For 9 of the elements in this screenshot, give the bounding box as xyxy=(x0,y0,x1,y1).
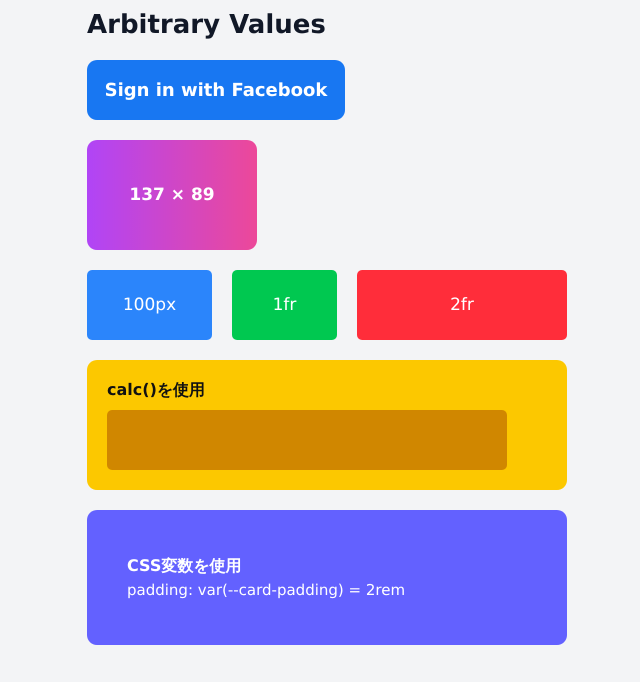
gradient-size-box: 137 × 89 xyxy=(87,140,257,250)
card-title: CSS変数を使用 xyxy=(127,556,242,577)
page-title: Arbitrary Values xyxy=(87,10,326,40)
grid-column: 1fr xyxy=(232,270,337,340)
card-text: padding: var(--card-padding) = 2rem xyxy=(127,581,406,599)
card-title: calc()を使用 xyxy=(107,380,206,400)
grid-column: 2fr xyxy=(357,270,567,340)
facebook-sign-in-button[interactable]: Sign in with Facebook xyxy=(87,60,345,120)
grid-column: 100px xyxy=(87,270,212,340)
